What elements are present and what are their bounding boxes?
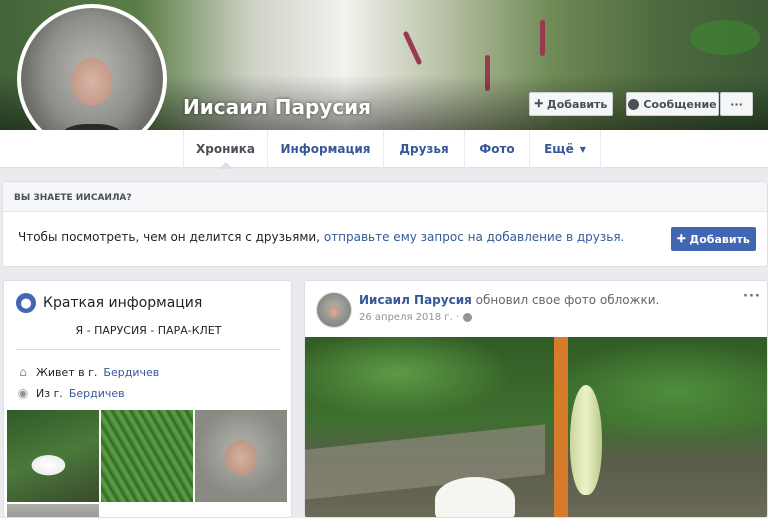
tab-label: Информация — [280, 142, 371, 156]
friend-request-prompt: ВЫ ЗНАЕТЕ ИИСАИЛА? Чтобы посмотреть, чем… — [2, 181, 768, 267]
prompt-message: Чтобы посмотреть, чем он делится с друзь… — [18, 230, 320, 244]
globe-icon: ● — [16, 293, 36, 313]
prompt-heading: ВЫ ЗНАЕТЕ ИИСАИЛА? — [3, 182, 767, 212]
post-options-button[interactable]: ··· — [743, 289, 761, 304]
intro-card: ● Краткая информация Я - ПАРУСИЯ - ПАРА-… — [3, 280, 292, 518]
post-header: Иисаил Парусия обновил свое фото обложки… — [359, 293, 659, 307]
photo-stake — [554, 337, 568, 517]
tab-label: Фото — [479, 142, 515, 156]
add-friend-label: Добавить — [546, 97, 608, 111]
photo-thumbnail-portrait[interactable] — [195, 410, 287, 502]
add-friend-icon: ➕︎ — [677, 232, 686, 245]
photo-lily-flower — [435, 477, 515, 517]
tab-friends[interactable]: Друзья — [383, 130, 464, 168]
more-icon: ··· — [730, 97, 743, 111]
tab-label: Друзья — [399, 142, 449, 156]
send-request-link[interactable]: отправьте ему запрос на добавление в дру… — [324, 230, 625, 244]
lives-prefix: Живет в г. — [36, 365, 98, 379]
tab-about[interactable]: Информация — [267, 130, 383, 168]
message-label: Сообщение — [643, 97, 717, 111]
add-friend-icon: ➕︎ — [534, 97, 543, 110]
lives-city-link[interactable]: Бердичев — [103, 366, 159, 379]
prompt-text: Чтобы посмотреть, чем он делится с друзь… — [18, 230, 624, 244]
post-action: обновил свое фото обложки. — [475, 293, 660, 307]
from-row: ◉ Из г. Бердичев — [16, 386, 125, 400]
cover-stamen — [540, 20, 545, 56]
feed-post: Иисаил Парусия обновил свое фото обложки… — [304, 280, 768, 518]
post-date[interactable]: 26 апреля 2018 г. · — [359, 312, 459, 323]
divider — [16, 349, 281, 350]
photo-thumbnail[interactable] — [7, 504, 99, 517]
add-friend-button[interactable]: ➕︎ Добавить — [529, 92, 613, 116]
message-button[interactable]: Сообщение — [626, 92, 719, 116]
intro-title: Краткая информация — [43, 295, 203, 311]
globe-icon — [463, 313, 473, 322]
profile-nav: Хроника Информация Друзья Фото Ещё ▼ — [0, 130, 768, 169]
tab-label: Ещё — [544, 142, 574, 156]
photo-lily-bud — [570, 385, 602, 495]
photo-thumbnail-lily[interactable] — [7, 410, 99, 502]
home-icon: ⌂ — [19, 365, 27, 379]
add-friend-primary-button[interactable]: ➕︎ Добавить — [671, 227, 756, 251]
post-author-name[interactable]: Иисаил Парусия — [359, 293, 472, 307]
from-prefix: Из г. — [36, 386, 63, 400]
chevron-down-icon: ▼ — [579, 144, 586, 154]
location-pin-icon: ◉ — [17, 386, 29, 400]
post-author-avatar[interactable] — [316, 292, 352, 328]
tab-more[interactable]: Ещё ▼ — [529, 130, 601, 168]
intro-bio: Я - ПАРУСИЯ - ПАРА-КЛЕТ — [75, 324, 222, 337]
post-timestamp-row: 26 апреля 2018 г. · — [359, 312, 473, 323]
photo-thumbnail-fern[interactable] — [101, 410, 193, 502]
tab-photos[interactable]: Фото — [464, 130, 529, 168]
cover-leaf — [690, 20, 760, 55]
avatar-image — [21, 8, 163, 150]
messenger-icon — [628, 98, 640, 110]
tab-timeline[interactable]: Хроника — [183, 130, 267, 169]
profile-name[interactable]: Иисаил Парусия — [183, 95, 371, 119]
from-city-link[interactable]: Бердичев — [69, 387, 125, 400]
intro-title-row: ● Краткая информация — [16, 293, 202, 313]
post-photo[interactable] — [305, 337, 767, 517]
lives-in-row: ⌂ Живет в г. Бердичев — [16, 365, 159, 379]
more-options-button[interactable]: ··· — [720, 92, 753, 116]
tab-label: Хроника — [195, 142, 256, 156]
add-friend-label: Добавить — [689, 232, 750, 246]
cover-stamen — [402, 30, 423, 66]
